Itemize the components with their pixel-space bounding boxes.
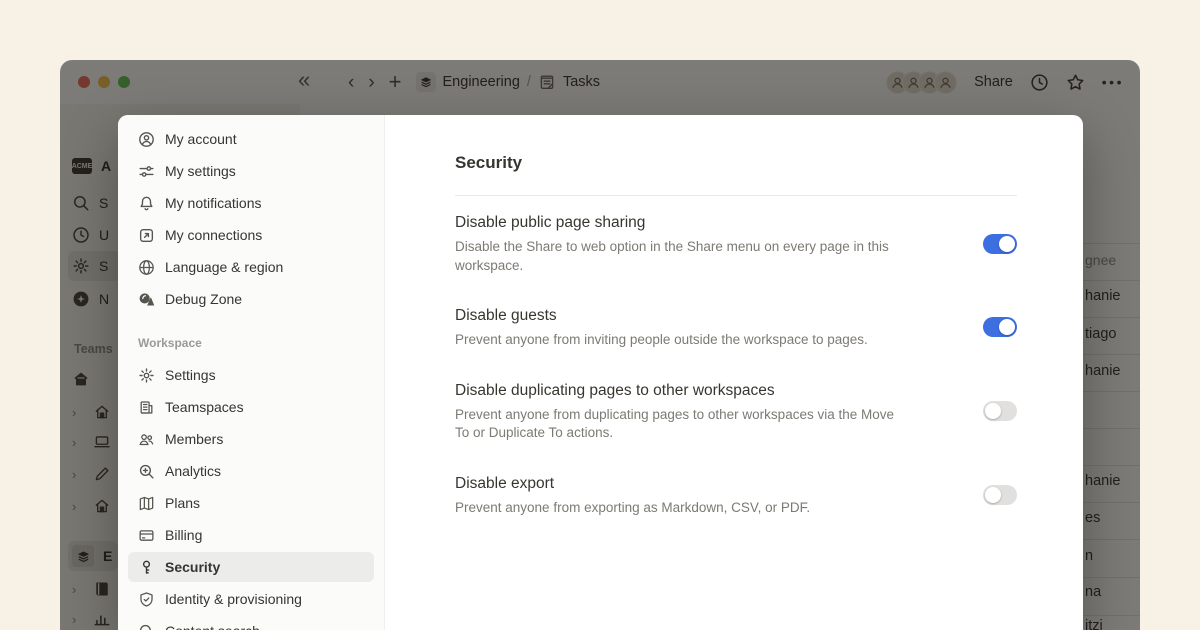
nav-label: Analytics <box>165 463 221 479</box>
workspace-section-header: Workspace <box>138 336 364 354</box>
settings-nav-analytics[interactable]: Analytics <box>128 456 374 486</box>
nav-label: My account <box>165 131 237 147</box>
setting-row-disable-export: Disable export Prevent anyone from expor… <box>455 473 1017 518</box>
settings-nav-identity-provisioning[interactable]: Identity & provisioning <box>128 584 374 614</box>
setting-description: Disable the Share to web option in the S… <box>455 238 900 275</box>
settings-nav-plans[interactable]: Plans <box>128 488 374 518</box>
globe-icon <box>138 259 155 276</box>
credit-card-icon <box>138 527 155 544</box>
toggle-disable-guests[interactable] <box>983 317 1017 337</box>
nav-label: Security <box>165 559 220 575</box>
settings-nav-settings[interactable]: Settings <box>128 360 374 390</box>
nav-label: My notifications <box>165 195 261 211</box>
sliders-icon <box>138 163 155 180</box>
settings-nav-security[interactable]: Security <box>128 552 374 582</box>
setting-title: Disable duplicating pages to other works… <box>455 380 935 401</box>
toggle-disable-export[interactable] <box>983 485 1017 505</box>
toggle-knob <box>999 319 1015 335</box>
map-icon <box>138 495 155 512</box>
settings-nav-teamspaces[interactable]: Teamspaces <box>128 392 374 422</box>
settings-nav-content-search[interactable]: Content search <box>128 616 374 630</box>
app-window: « ‹ › + Engineering / <box>60 60 1140 630</box>
page-title: Security <box>455 151 1017 175</box>
nav-label: My settings <box>165 163 236 179</box>
setting-title: Disable guests <box>455 305 935 326</box>
search-icon <box>138 623 155 630</box>
nav-label: Settings <box>165 367 216 383</box>
toggle-knob <box>985 403 1001 419</box>
settings-nav-billing[interactable]: Billing <box>128 520 374 550</box>
setting-row-public-page-sharing: Disable public page sharing Disable the … <box>455 212 1017 275</box>
divider <box>455 195 1017 196</box>
key-icon <box>138 559 155 576</box>
people-icon <box>138 431 155 448</box>
shield-check-icon <box>138 591 155 608</box>
toggle-disable-duplicating[interactable] <box>983 401 1017 421</box>
nav-label: Billing <box>165 527 202 543</box>
nav-label: Teamspaces <box>165 399 244 415</box>
nav-label: Identity & provisioning <box>165 591 302 607</box>
setting-description: Prevent anyone from inviting people outs… <box>455 331 900 350</box>
settings-nav-my-notifications[interactable]: My notifications <box>128 188 374 218</box>
nav-label: My connections <box>165 227 262 243</box>
arrow-up-right-box-icon <box>138 227 155 244</box>
settings-nav-my-connections[interactable]: My connections <box>128 220 374 250</box>
gear-icon <box>138 367 155 384</box>
settings-nav-language-region[interactable]: Language & region <box>128 252 374 282</box>
setting-row-disable-duplicating: Disable duplicating pages to other works… <box>455 380 1017 443</box>
settings-nav-my-settings[interactable]: My settings <box>128 156 374 186</box>
nav-label: Debug Zone <box>165 291 242 307</box>
debug-icon <box>138 291 155 308</box>
settings-nav-debug-zone[interactable]: Debug Zone <box>128 284 374 314</box>
setting-row-disable-guests: Disable guests Prevent anyone from invit… <box>455 305 1017 350</box>
nav-label: Language & region <box>165 259 283 275</box>
person-circle-icon <box>138 131 155 148</box>
settings-sidebar: My account My settings My notifications … <box>118 115 385 630</box>
bell-icon <box>138 195 155 212</box>
magnifier-plus-icon <box>138 463 155 480</box>
settings-nav-my-account[interactable]: My account <box>128 124 374 154</box>
building-icon <box>138 399 155 416</box>
setting-title: Disable public page sharing <box>455 212 935 233</box>
setting-description: Prevent anyone from duplicating pages to… <box>455 406 900 443</box>
settings-nav-members[interactable]: Members <box>128 424 374 454</box>
toggle-disable-public-page-sharing[interactable] <box>983 234 1017 254</box>
settings-modal: My account My settings My notifications … <box>118 115 1083 630</box>
nav-label: Plans <box>165 495 200 511</box>
toggle-knob <box>985 487 1001 503</box>
toggle-knob <box>999 236 1015 252</box>
nav-label: Content search <box>165 623 260 630</box>
settings-content: Security Disable public page sharing Dis… <box>385 115 1083 630</box>
nav-label: Members <box>165 431 223 447</box>
setting-title: Disable export <box>455 473 935 494</box>
setting-description: Prevent anyone from exporting as Markdow… <box>455 499 900 518</box>
